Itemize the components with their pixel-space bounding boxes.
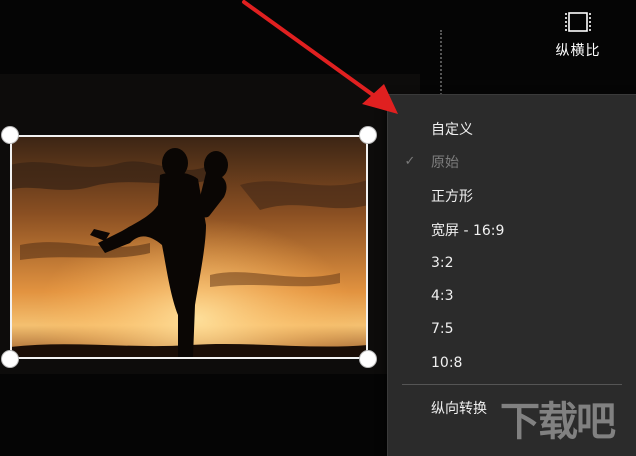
menu-item-label: 正方形: [431, 188, 473, 205]
menu-item-custom[interactable]: 自定义: [388, 112, 636, 145]
menu-item-4-3[interactable]: 4:3: [388, 279, 636, 312]
menu-item-label: 4:3: [431, 287, 454, 304]
menu-separator: [402, 384, 622, 385]
crop-frame[interactable]: [10, 135, 368, 359]
menu-item-label: 7:5: [431, 320, 454, 337]
menu-item-label: 宽屏 - 16:9: [431, 222, 505, 239]
crop-handle-bottom-left[interactable]: [1, 350, 19, 368]
editor-canvas: 纵横比 自定义 ✓ 原始 正方形 宽屏 - 16:9 3:2 4:3 7:5 1…: [0, 0, 636, 456]
menu-item-label: 3:2: [431, 254, 454, 271]
menu-item-label: 自定义: [431, 121, 473, 138]
annotation-arrow-icon: [242, 0, 398, 114]
menu-item-original: ✓ 原始: [388, 145, 636, 178]
menu-item-label: 10:8: [431, 354, 463, 371]
crop-handle-top-left[interactable]: [1, 126, 19, 144]
menu-item-square[interactable]: 正方形: [388, 179, 636, 212]
crop-handle-top-right[interactable]: [359, 126, 377, 144]
aspect-ratio-label: 纵横比: [555, 43, 601, 59]
checkmark-icon: ✓: [404, 154, 416, 169]
menu-item-3-2[interactable]: 3:2: [388, 246, 636, 279]
menu-item-7-5[interactable]: 7:5: [388, 312, 636, 345]
crop-handle-bottom-right[interactable]: [359, 350, 377, 368]
menu-item-label: 原始: [431, 154, 459, 171]
aspect-ratio-button[interactable]: 纵横比: [546, 6, 610, 62]
aspect-ratio-icon: [565, 12, 591, 32]
menu-item-10-8[interactable]: 10:8: [388, 346, 636, 379]
menu-item-label: 纵向转换: [431, 400, 487, 417]
menu-item-widescreen-16-9[interactable]: 宽屏 - 16:9: [388, 213, 636, 246]
site-watermark: 下载吧: [500, 399, 616, 445]
